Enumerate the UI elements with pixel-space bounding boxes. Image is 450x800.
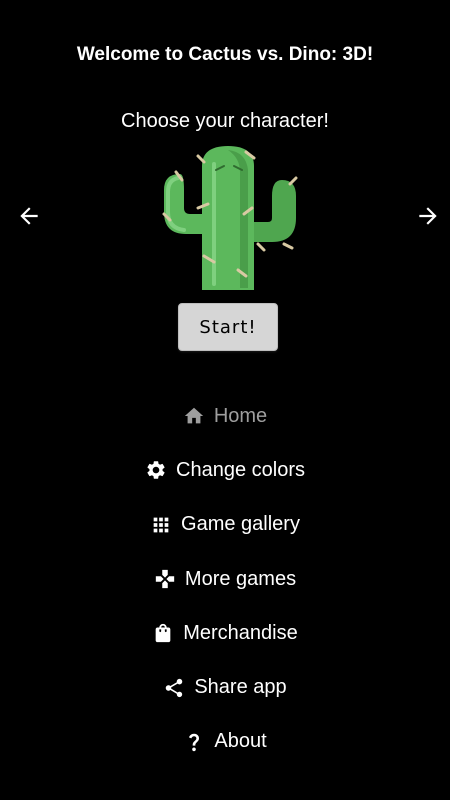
cactus-icon (162, 146, 298, 290)
menu-item-label: More games (184, 567, 297, 590)
start-button[interactable]: Start! (178, 303, 278, 351)
next-character-button[interactable] (415, 203, 441, 229)
grid-icon (150, 514, 172, 536)
menu-item-change-colors[interactable]: Change colors (0, 443, 450, 497)
shopping-bag-icon (152, 622, 174, 644)
menu-item-home[interactable]: Home (0, 389, 450, 443)
menu-item-game-gallery[interactable]: Game gallery (0, 498, 450, 552)
menu-item-about[interactable]: About (0, 715, 450, 769)
gear-icon (145, 459, 167, 481)
menu-item-label: Merchandise (183, 621, 298, 644)
app-title: Welcome to Cactus vs. Dino: 3D! (76, 44, 374, 65)
arrow-right-icon (419, 207, 437, 225)
menu-item-label: About (214, 730, 267, 753)
question-icon (183, 731, 205, 753)
home-icon (183, 405, 205, 427)
menu-item-share-app[interactable]: Share app (0, 660, 450, 714)
menu-item-label: Share app (194, 676, 287, 699)
character-cactus[interactable] (158, 144, 298, 290)
menu-item-label: Game gallery (181, 513, 300, 536)
menu-item-label: Home (213, 404, 268, 427)
menu-item-label: Change colors (176, 458, 305, 481)
choose-character-label: Choose your character! (121, 110, 329, 132)
menu-item-merchandise[interactable]: Merchandise (0, 606, 450, 660)
gamepad-icon (154, 568, 176, 590)
previous-character-button[interactable] (16, 203, 42, 229)
share-icon (163, 677, 185, 699)
main-menu: Home Change colors Game gallery More gam… (0, 389, 450, 769)
arrow-left-icon (20, 207, 38, 225)
menu-item-more-games[interactable]: More games (0, 552, 450, 606)
